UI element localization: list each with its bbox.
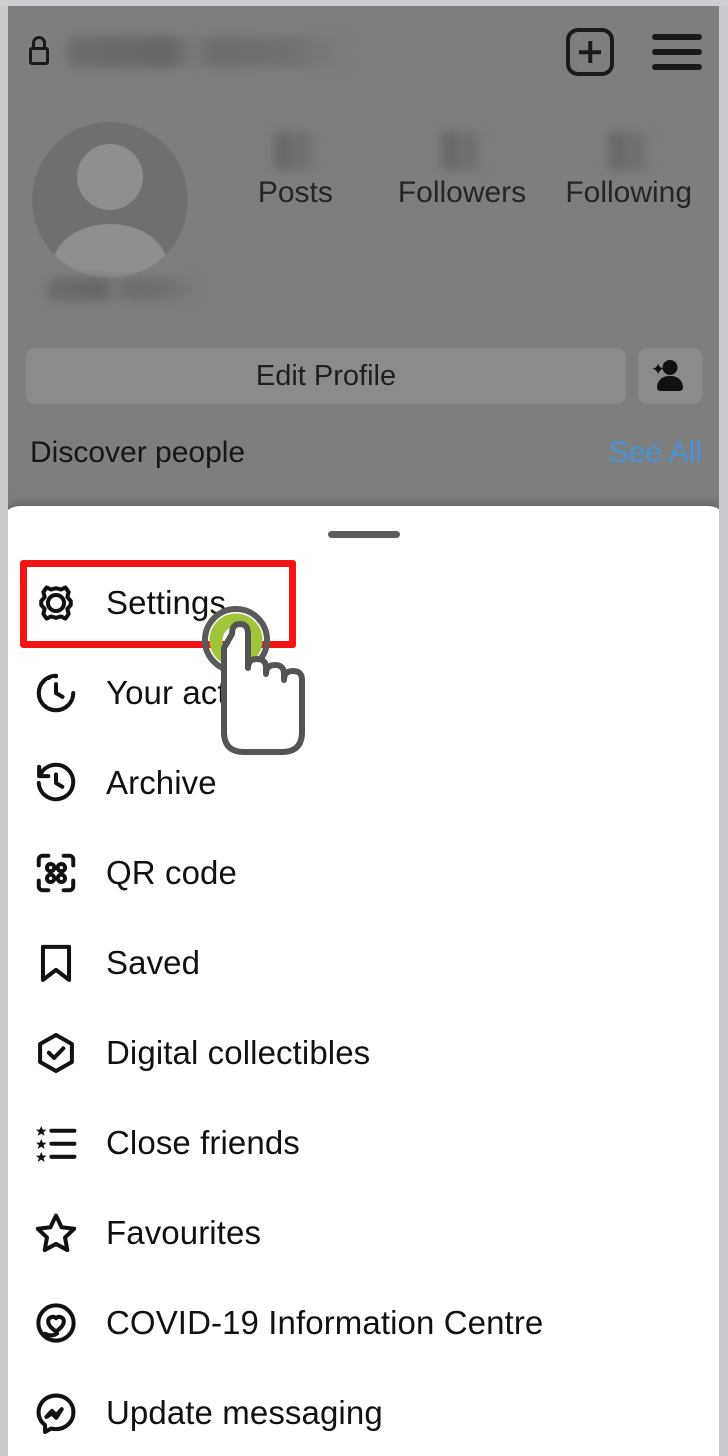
menu-item-saved[interactable]: Saved xyxy=(0,918,728,1008)
edit-profile-button[interactable]: Edit Profile xyxy=(26,348,626,404)
stat-label-following: Following xyxy=(565,176,693,209)
followers-count-redacted xyxy=(441,132,483,170)
see-all-link[interactable]: See All xyxy=(609,436,702,470)
top-bar xyxy=(0,0,728,104)
bookmark-icon xyxy=(30,937,82,989)
display-name-redacted xyxy=(48,278,200,300)
menu-bottom-sheet: Settings Your activity Archive QR code Saved… xyxy=(0,506,728,1456)
menu-item-label: Update messaging xyxy=(106,1394,383,1431)
stat-label-followers: Followers xyxy=(397,176,527,209)
covid-heart-circle-icon xyxy=(30,1297,82,1349)
menu-item-label: Archive xyxy=(106,764,217,801)
menu-item-your-activity[interactable]: Your activity xyxy=(0,648,728,738)
menu-item-label: Settings xyxy=(106,584,227,621)
menu-item-settings[interactable]: Settings xyxy=(0,558,728,648)
discover-people-title: Discover people xyxy=(30,436,246,469)
menu-item-qr-code[interactable]: QR code xyxy=(0,828,728,918)
lock-icon xyxy=(26,36,52,68)
menu-item-label: Digital collectibles xyxy=(106,1034,371,1071)
sparkle-icon: ✦ xyxy=(651,360,666,379)
stat-posts[interactable]: Posts xyxy=(212,132,379,210)
star-list-icon xyxy=(30,1117,82,1169)
drag-handle[interactable] xyxy=(328,531,400,538)
username-redacted xyxy=(68,37,348,67)
star-icon xyxy=(30,1207,82,1259)
profile-stats: Posts Followers Following xyxy=(212,132,712,210)
menu-item-close-friends[interactable]: Close friends xyxy=(0,1098,728,1188)
menu-item-label: QR code xyxy=(106,854,237,891)
hamburger-menu-icon[interactable] xyxy=(652,34,702,70)
activity-clock-icon xyxy=(30,667,82,719)
plus-square-icon[interactable] xyxy=(566,28,614,76)
posts-count-redacted xyxy=(274,132,317,170)
stat-label-posts: Posts xyxy=(257,176,333,209)
gear-icon xyxy=(30,577,82,629)
messenger-icon xyxy=(30,1387,82,1439)
menu-item-update-messaging[interactable]: Update messaging xyxy=(0,1368,728,1456)
screen-edge-right xyxy=(719,0,728,1456)
menu-item-label: Saved xyxy=(106,944,201,981)
menu-item-label: Favourites xyxy=(106,1214,262,1251)
menu-item-label: Close friends xyxy=(106,1124,300,1161)
screen-edge-top xyxy=(0,0,728,6)
stat-followers[interactable]: Followers xyxy=(379,132,546,210)
menu-item-covid-19-information-centre[interactable]: COVID-19 Information Centre xyxy=(0,1278,728,1368)
stat-following[interactable]: Following xyxy=(545,132,712,210)
qr-code-icon xyxy=(30,847,82,899)
following-count-redacted xyxy=(607,132,650,170)
menu-item-label: Your activity xyxy=(106,674,284,711)
menu-item-label: COVID-19 Information Centre xyxy=(106,1304,544,1341)
menu-list: Settings Your activity Archive QR code Saved… xyxy=(0,558,728,1456)
screen: Posts Followers Following Edit Profile ✦… xyxy=(0,0,728,1456)
archive-rewind-clock-icon xyxy=(30,757,82,809)
discover-people-row: Discover people See All xyxy=(30,436,702,470)
profile-page-background: Posts Followers Following Edit Profile ✦… xyxy=(0,0,728,520)
menu-item-archive[interactable]: Archive xyxy=(0,738,728,828)
add-person-button[interactable]: ✦ xyxy=(638,348,702,404)
avatar[interactable] xyxy=(32,122,188,278)
profile-action-row: Edit Profile ✦ xyxy=(26,348,702,404)
menu-item-digital-collectibles[interactable]: Digital collectibles xyxy=(0,1008,728,1098)
screen-edge-left xyxy=(0,0,8,1456)
menu-item-favourites[interactable]: Favourites xyxy=(0,1188,728,1278)
hexagon-check-icon xyxy=(30,1027,82,1079)
